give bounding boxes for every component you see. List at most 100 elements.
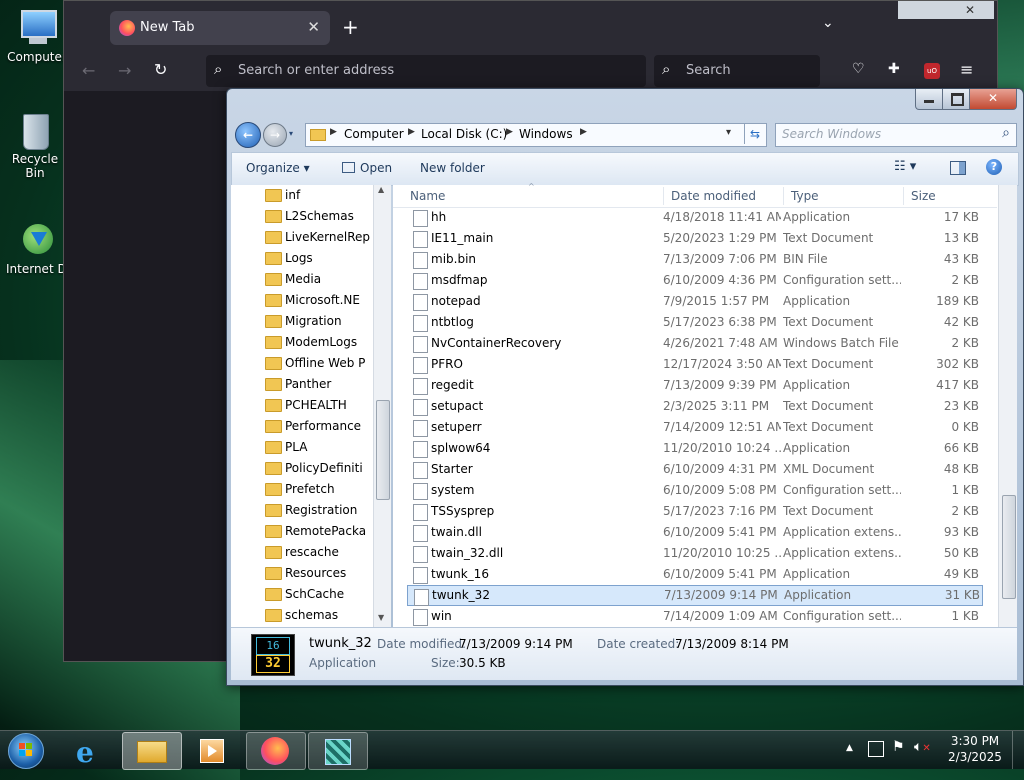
table-row[interactable]: regedit 7/13/2009 9:39 PM Application 417 K…: [407, 375, 981, 396]
extensions-puzzle-icon[interactable]: ✚: [888, 61, 900, 77]
tree-item[interactable]: Media: [265, 269, 381, 290]
breadcrumb-windows[interactable]: Windows: [519, 127, 573, 141]
file-list-scrollbar[interactable]: [998, 185, 1017, 627]
new-tab-plus-icon[interactable]: +: [342, 15, 359, 39]
taskbar-media-player[interactable]: [184, 732, 242, 768]
address-dropdown-icon[interactable]: ▾: [726, 127, 731, 138]
network-icon[interactable]: [868, 741, 884, 757]
view-options-icon[interactable]: ☷ ▾: [894, 159, 916, 174]
list-tabs-chevron-icon[interactable]: ⌄: [822, 15, 834, 31]
back-arrow-icon[interactable]: ←: [82, 61, 95, 80]
table-row[interactable]: twain.dll 6/10/2009 5:41 PM Application ex…: [407, 522, 981, 543]
table-row[interactable]: win 7/14/2009 1:09 AM Configuration sett..…: [407, 606, 981, 627]
table-row[interactable]: splwow64 11/20/2010 10:24 ... Application 6…: [407, 438, 981, 459]
table-row[interactable]: notepad 7/9/2015 1:57 PM Application 189 KB: [407, 291, 981, 312]
organize-button[interactable]: Organize ▾: [246, 161, 310, 175]
url-bar[interactable]: ⌕ Search or enter address: [206, 55, 646, 87]
table-row[interactable]: setuperr 7/14/2009 12:51 AM Text Document 0…: [407, 417, 981, 438]
new-folder-button[interactable]: New folder: [420, 161, 485, 175]
column-header-size[interactable]: Size: [911, 185, 936, 207]
forward-arrow-icon[interactable]: →: [118, 61, 131, 80]
tree-item[interactable]: Offline Web P: [265, 353, 381, 374]
address-bar[interactable]: ▶ Computer ▶ Local Disk (C:) ▶ Windows ▶…: [305, 123, 767, 147]
tree-item[interactable]: Prefetch: [265, 479, 381, 500]
tab-new-tab[interactable]: New Tab ✕: [110, 11, 330, 45]
table-row[interactable]: TSSysprep 5/17/2023 7:16 PM Text Document 2…: [407, 501, 981, 522]
clock-date[interactable]: 2/3/2025: [946, 750, 1004, 764]
volume-muted-icon[interactable]: 🔈︎✕: [914, 739, 931, 755]
reload-icon[interactable]: ↻: [154, 60, 167, 79]
tree-item[interactable]: Microsoft.NE: [265, 290, 381, 311]
table-row[interactable]: mib.bin 7/13/2009 7:06 PM BIN File 43 KB: [407, 249, 981, 270]
tree-item[interactable]: inf: [265, 185, 381, 206]
scroll-up-arrow-icon[interactable]: ▲: [378, 185, 384, 194]
preview-pane-icon[interactable]: [950, 161, 966, 175]
clock-time[interactable]: 3:30 PM: [946, 734, 1004, 748]
firefox-minimize-button[interactable]: [898, 1, 922, 19]
table-row[interactable]: hh 4/18/2018 11:41 AM Application 17 KB: [407, 207, 981, 228]
tree-item[interactable]: L2Schemas: [265, 206, 381, 227]
show-desktop-button[interactable]: [1012, 731, 1024, 769]
tree-item[interactable]: RemotePacka: [265, 521, 381, 542]
search-box[interactable]: Search Windows ⌕: [775, 123, 1017, 147]
search-bar[interactable]: ⌕ Search: [654, 55, 820, 87]
pocket-icon[interactable]: ♡: [852, 61, 865, 77]
tree-item[interactable]: LiveKernelRep: [265, 227, 381, 248]
table-row[interactable]: setupact 2/3/2025 3:11 PM Text Document 23 …: [407, 396, 981, 417]
column-header-date[interactable]: Date modified: [671, 185, 756, 207]
scroll-down-arrow-icon[interactable]: ▼: [378, 613, 384, 622]
maximize-button[interactable]: [942, 89, 970, 110]
breadcrumb-computer[interactable]: Computer: [344, 127, 404, 141]
tree-item[interactable]: PLA: [265, 437, 381, 458]
table-row[interactable]: NvContainerRecovery 4/26/2021 7:48 AM Wind…: [407, 333, 981, 354]
table-row[interactable]: ntbtlog 5/17/2023 6:38 PM Text Document 42 …: [407, 312, 981, 333]
open-button[interactable]: Open: [342, 161, 392, 175]
table-row[interactable]: IE11_main 5/20/2023 1:29 PM Text Document 1…: [407, 228, 981, 249]
column-header-type[interactable]: Type: [791, 185, 819, 207]
forward-button[interactable]: →: [263, 123, 287, 147]
desktop-icon-recycle-bin[interactable]: Recycle Bin: [4, 110, 66, 180]
refresh-icon[interactable]: ⇆: [744, 124, 765, 144]
hamburger-menu-icon[interactable]: ≡: [960, 60, 973, 79]
recent-pages-chevron-icon[interactable]: ▾: [289, 129, 293, 138]
tree-scrollbar[interactable]: ▲ ▼: [373, 185, 391, 627]
breadcrumb-local-disk[interactable]: Local Disk (C:): [421, 127, 507, 141]
desktop-icon-internet-download[interactable]: Internet Downlo...: [6, 220, 68, 276]
ublock-origin-icon[interactable]: uO: [924, 63, 940, 79]
tree-item[interactable]: PolicyDefiniti: [265, 458, 381, 479]
tree-item[interactable]: schemas: [265, 605, 381, 626]
table-row[interactable]: twunk_16 6/10/2009 5:41 PM Application 49 K…: [407, 564, 981, 585]
action-center-flag-icon[interactable]: ⚑: [892, 739, 905, 755]
tree-item[interactable]: Registration: [265, 500, 381, 521]
table-row[interactable]: msdfmap 6/10/2009 4:36 PM Configuration se…: [407, 270, 981, 291]
search-icon[interactable]: ⌕: [1002, 125, 1010, 141]
tree-item[interactable]: ModemLogs: [265, 332, 381, 353]
firefox-close-button[interactable]: ✕: [946, 1, 994, 19]
firefox-maximize-button[interactable]: [922, 1, 946, 19]
tree-item[interactable]: Panther: [265, 374, 381, 395]
tree-item[interactable]: rescache: [265, 542, 381, 563]
table-row[interactable]: twain_32.dll 11/20/2010 10:25 ... Applicat…: [407, 543, 981, 564]
back-button[interactable]: ←: [235, 122, 261, 148]
file-list-scrollbar-thumb[interactable]: [1002, 495, 1016, 599]
show-hidden-icons-arrow-icon[interactable]: ▲: [846, 743, 853, 753]
taskbar-internet-explorer[interactable]: e: [60, 732, 118, 769]
close-button[interactable]: ✕: [969, 89, 1017, 110]
tree-scrollbar-thumb[interactable]: [376, 400, 390, 500]
taskbar-firefox[interactable]: [246, 732, 306, 770]
tree-item[interactable]: Migration: [265, 311, 381, 332]
tree-item[interactable]: Logs: [265, 248, 381, 269]
tree-item[interactable]: Performance: [265, 416, 381, 437]
tree-item[interactable]: SchCache: [265, 584, 381, 605]
start-button[interactable]: [8, 733, 44, 769]
table-row[interactable]: PFRO 12/17/2024 3:50 AM Text Document 302 K…: [407, 354, 981, 375]
close-tab-icon[interactable]: ✕: [307, 18, 320, 36]
column-header-name[interactable]: Name: [410, 185, 445, 207]
table-row[interactable]: system 6/10/2009 5:08 PM Configuration set…: [407, 480, 981, 501]
tree-item[interactable]: PCHEALTH: [265, 395, 381, 416]
tree-item[interactable]: Resources: [265, 563, 381, 584]
table-row[interactable]: twunk_32 7/13/2009 9:14 PM Application 31 K…: [407, 585, 983, 606]
minimize-button[interactable]: [915, 89, 943, 110]
help-icon[interactable]: ?: [986, 159, 1002, 175]
table-row[interactable]: Starter 6/10/2009 4:31 PM XML Document 48 K…: [407, 459, 981, 480]
